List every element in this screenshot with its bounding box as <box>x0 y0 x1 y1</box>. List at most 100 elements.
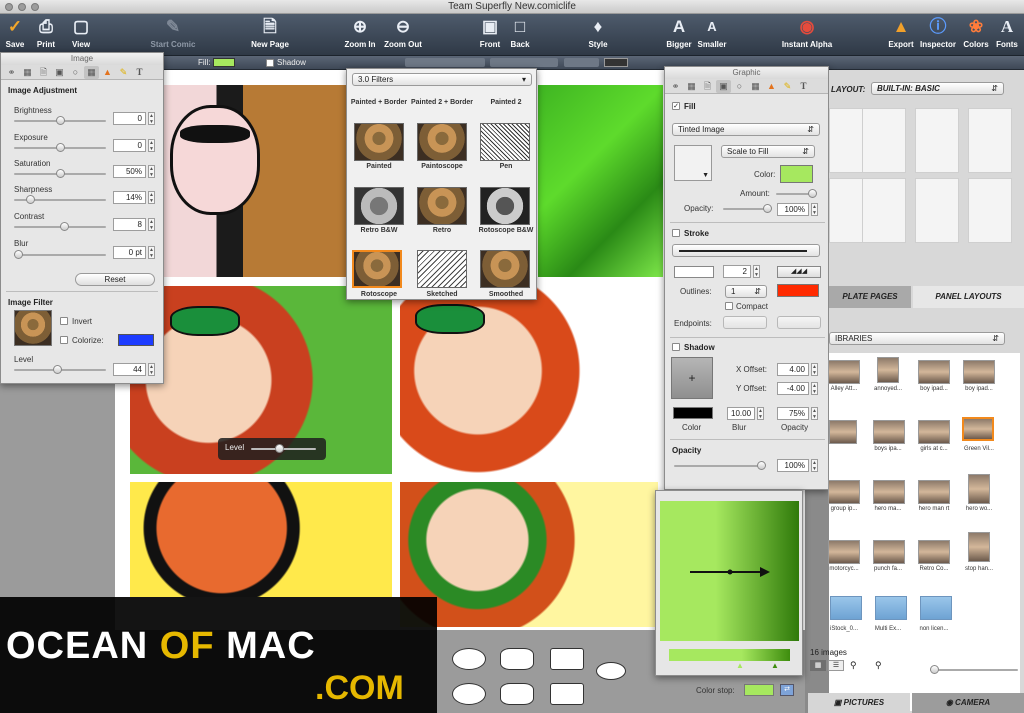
brightness-knob[interactable] <box>56 116 65 125</box>
sharpness-field[interactable]: 14% <box>113 191 146 204</box>
tab-image-icon[interactable]: ▦ <box>84 66 99 79</box>
tab-layout-icon[interactable]: ▦ <box>20 66 35 79</box>
tab-pen-icon[interactable]: ✎ <box>116 66 131 79</box>
opacity-stepper[interactable]: ▲ ▼ <box>811 203 818 216</box>
level-slider[interactable] <box>14 365 106 374</box>
layout-thumb[interactable] <box>915 108 959 173</box>
library-image[interactable] <box>828 360 860 384</box>
outline-color-well[interactable] <box>777 284 819 297</box>
colorize-checkbox[interactable] <box>60 336 68 344</box>
inspector-button[interactable]: ⓘ Inspector <box>918 16 958 49</box>
tab-doc-icon[interactable]: 🗎 <box>36 66 51 79</box>
speech-bubble-round-2[interactable] <box>452 683 486 705</box>
exposure-slider[interactable] <box>14 143 106 152</box>
tab-text-icon[interactable]: T <box>796 80 811 93</box>
opacity-field[interactable]: 100% <box>777 203 809 216</box>
comic-panel-2[interactable] <box>538 85 663 277</box>
shadow-opacity-stepper[interactable]: ▲ ▼ <box>811 407 818 420</box>
brightness-field[interactable]: 0 <box>113 112 146 125</box>
stroke-width-stepper[interactable]: ▲ ▼ <box>753 265 760 278</box>
close-window-icon[interactable] <box>5 3 13 11</box>
color-stop-handle-icon-2[interactable]: ▲ <box>771 661 779 670</box>
shadow-checkbox[interactable] <box>672 343 680 351</box>
x-offset-field[interactable]: 4.00 <box>777 363 809 376</box>
tab-graphic-icon[interactable]: ▣ <box>52 66 67 79</box>
speech-bubble-box-2[interactable] <box>550 683 584 705</box>
saturation-slider[interactable] <box>14 169 106 178</box>
library-image[interactable] <box>918 360 950 384</box>
print-button[interactable]: ⎙ Print <box>33 16 59 49</box>
save-button[interactable]: ✓ Save <box>3 16 27 49</box>
filter-thumb-paintoscope[interactable] <box>417 123 467 161</box>
zoom-window-icon[interactable] <box>31 3 39 11</box>
exposure-knob[interactable] <box>56 143 65 152</box>
minimize-window-icon[interactable] <box>18 3 26 11</box>
shadow-direction-pad[interactable]: + <box>671 357 713 399</box>
graphic-opacity-knob[interactable] <box>757 461 766 470</box>
tab-layout-icon[interactable]: ▦ <box>684 80 699 93</box>
tab-graphic-icon[interactable]: ▣ <box>716 80 731 93</box>
level-field[interactable]: 44 <box>113 363 146 376</box>
tab-camera[interactable]: ◉ CAMERA <box>912 693 1024 713</box>
stroke-color-well[interactable] <box>674 266 714 278</box>
saturation-stepper[interactable]: ▲ ▼ <box>148 165 155 178</box>
smaller-button[interactable]: A Smaller <box>696 16 728 49</box>
contrast-stepper[interactable]: ▲ ▼ <box>148 218 155 231</box>
stroke-style-dropdown[interactable] <box>672 244 820 257</box>
level-knob[interactable] <box>53 365 62 374</box>
view-button[interactable]: ▢ View <box>67 16 95 49</box>
fill-swatch[interactable] <box>213 58 235 67</box>
tab-page-icon[interactable]: ⚭ <box>4 66 19 79</box>
thumbnail-size-slider[interactable] <box>930 665 1018 674</box>
exposure-field[interactable]: 0 <box>113 139 146 152</box>
invert-checkbox[interactable] <box>60 317 68 325</box>
grid-view-icon[interactable]: ▦ <box>810 660 826 671</box>
zoom-out-button[interactable]: ⊖ Zoom Out <box>382 16 424 49</box>
fill-color-well[interactable] <box>780 165 813 183</box>
layout-thumb[interactable] <box>968 108 1012 173</box>
library-image[interactable] <box>829 420 857 444</box>
library-image[interactable] <box>828 480 860 504</box>
filter-thumb-painted[interactable] <box>354 123 404 161</box>
y-offset-field[interactable]: -4.00 <box>777 382 809 395</box>
library-image[interactable] <box>963 360 995 384</box>
gradient-direction-arrow-icon[interactable] <box>690 567 770 577</box>
filter-thumb-rotoscope-bw[interactable] <box>480 187 530 225</box>
saturation-knob[interactable] <box>56 169 65 178</box>
tab-balloon-icon[interactable]: ○ <box>732 80 747 93</box>
graphic-opacity-field[interactable]: 100% <box>777 459 809 472</box>
tab-doc-icon[interactable]: 🗎 <box>700 80 715 93</box>
blur-slider[interactable] <box>14 250 106 259</box>
tab-style-icon[interactable]: ▲ <box>764 80 779 93</box>
filter-preview-thumbnail[interactable] <box>14 310 52 346</box>
reset-button[interactable]: Reset <box>75 273 155 286</box>
opacity-knob[interactable] <box>763 204 772 213</box>
format-dropdown-2[interactable] <box>490 58 558 67</box>
shadow-color-well[interactable] <box>673 407 713 419</box>
exposure-stepper[interactable]: ▲ ▼ <box>148 139 155 152</box>
y-offset-stepper[interactable]: ▲ ▼ <box>811 382 818 395</box>
saturation-field[interactable]: 50% <box>113 165 146 178</box>
filter-set-dropdown[interactable]: 3.0 Filters ▾ <box>352 73 532 86</box>
contrast-field[interactable]: 8 <box>113 218 146 231</box>
library-image[interactable] <box>968 532 990 562</box>
amount-slider[interactable] <box>776 189 817 198</box>
filter-thumb-retro[interactable] <box>417 187 467 225</box>
library-image[interactable] <box>918 420 950 444</box>
level-stepper[interactable]: ▲ ▼ <box>148 363 155 376</box>
scale-dropdown[interactable]: Scale to Fill ⇵ <box>721 145 815 158</box>
list-view-icon[interactable]: ☰ <box>828 660 844 671</box>
filter-thumb-pen[interactable] <box>480 123 530 161</box>
blur-field[interactable]: 0 pt <box>113 246 146 259</box>
fill-image-well[interactable]: ▼ <box>674 145 712 181</box>
tab-pen-icon[interactable]: ✎ <box>780 80 795 93</box>
folder-icon[interactable] <box>830 596 862 620</box>
graphic-opacity-slider[interactable] <box>674 461 766 470</box>
library-image[interactable] <box>918 540 950 564</box>
tab-style-icon[interactable]: ▲ <box>100 66 115 79</box>
start-comic-button[interactable]: ✎ Start Comic <box>148 16 198 49</box>
speech-bubble-round[interactable] <box>452 648 486 670</box>
color-stop-well[interactable] <box>744 684 774 696</box>
brightness-stepper[interactable]: ▲ ▼ <box>148 112 155 125</box>
outlines-dropdown[interactable]: 1 ⇵ <box>725 285 767 298</box>
